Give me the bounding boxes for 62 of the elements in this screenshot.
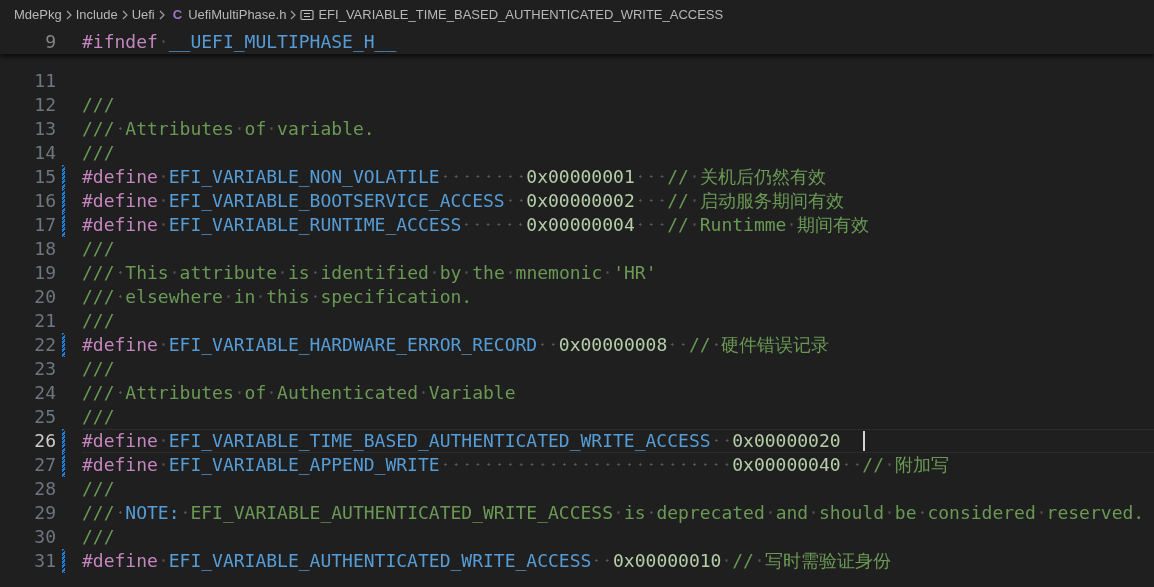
line-number: 17 <box>33 213 56 237</box>
modified-marker[interactable] <box>62 453 65 477</box>
modified-marker[interactable] <box>62 549 65 573</box>
constant-icon <box>300 9 315 21</box>
line-number: 20 <box>33 285 56 309</box>
line-number: 24 <box>33 381 56 405</box>
code-line: /// Attributes of Authenticated Variable <box>82 381 516 405</box>
line-number: 14 <box>33 141 56 165</box>
line-number: 29 <box>33 501 56 525</box>
chevron-icon <box>157 9 166 21</box>
line-number: 27 <box>33 453 56 477</box>
modified-marker[interactable] <box>62 429 65 453</box>
line-number: 26 <box>33 429 56 453</box>
line-number: 22 <box>33 333 56 357</box>
code-line: #ifndef __UEFI_MULTIPHASE_H__ <box>82 30 397 54</box>
breadcrumb-link[interactable]: UefiMultiPhase.h <box>188 5 287 25</box>
line-number: 15 <box>33 165 56 189</box>
breadcrumb-link[interactable]: Include <box>75 5 118 25</box>
text-cursor <box>862 431 865 451</box>
line-number: 16 <box>33 189 56 213</box>
code-line: #define EFI_VARIABLE_RUNTIME_ACCESS 0x00000004 // Runtimme 期间有效 <box>82 213 870 237</box>
code-line: /// NOTE: EFI_VARIABLE_AUTHENTICATED_WRITE_ACCESS is deprecated and should be considered reserved. <box>82 501 1145 525</box>
modified-marker[interactable] <box>62 189 65 213</box>
code-line: /// <box>82 309 115 333</box>
code-line: /// Attributes of variable. <box>82 117 375 141</box>
code-line: /// <box>82 477 115 501</box>
modified-marker[interactable] <box>62 213 65 237</box>
breadcrumb-link[interactable]: MdePkg <box>14 5 62 25</box>
code-line: /// <box>82 405 115 429</box>
code-line: /// <box>82 525 115 549</box>
chevron-icon <box>289 9 298 21</box>
code-line: /// elsewhere in this specification. <box>82 285 473 309</box>
modified-marker[interactable] <box>62 165 65 189</box>
modified-marker[interactable] <box>62 333 65 357</box>
line-number: 11 <box>33 69 56 93</box>
code-line: #define EFI_VARIABLE_HARDWARE_ERROR_RECORD 0x00000008 // 硬件错误记录 <box>82 333 830 357</box>
code-line: /// <box>82 357 115 381</box>
code-line: #define EFI_VARIABLE_TIME_BASED_AUTHENTICATED_WRITE_ACCESS 0x00000020 <box>82 429 841 453</box>
chevron-icon <box>64 9 73 21</box>
chevron-icon <box>120 9 129 21</box>
line-number: 31 <box>33 549 56 573</box>
line-number: 25 <box>33 405 56 429</box>
line-number: 9 <box>44 30 56 54</box>
code-line: /// <box>82 93 115 117</box>
line-number: 12 <box>33 93 56 117</box>
line-number: 13 <box>33 117 56 141</box>
code-line: #define EFI_VARIABLE_AUTHENTICATED_WRITE_ACCESS 0x00000010 // 写时需验证身份 <box>82 549 891 573</box>
c-file-icon: C <box>172 5 183 25</box>
line-number: 21 <box>33 309 56 333</box>
breadcrumb-link[interactable]: EFI_VARIABLE_TIME_BASED_AUTHENTICATED_WRITE_ACCESS <box>318 5 724 25</box>
code-line: #define EFI_VARIABLE_NON_VOLATILE 0x00000001 // 关机后仍然有效 <box>82 165 826 189</box>
code-line: #define EFI_VARIABLE_BOOTSERVICE_ACCESS 0x00000002 // 启动服务期间有效 <box>82 189 844 213</box>
line-number: 23 <box>33 357 56 381</box>
line-number: 28 <box>33 477 56 501</box>
line-number: 19 <box>33 261 56 285</box>
code-line: /// <box>82 237 115 261</box>
code-line: /// This attribute is identified by the mnemonic 'HR' <box>82 261 657 285</box>
breadcrumb-link[interactable]: Uefi <box>131 5 155 25</box>
code-line: #define EFI_VARIABLE_APPEND_WRITE 0x00000040 // 附加写 <box>82 453 949 477</box>
code-line: /// <box>82 141 115 165</box>
line-number: 30 <box>33 525 56 549</box>
line-number: 18 <box>33 237 56 261</box>
